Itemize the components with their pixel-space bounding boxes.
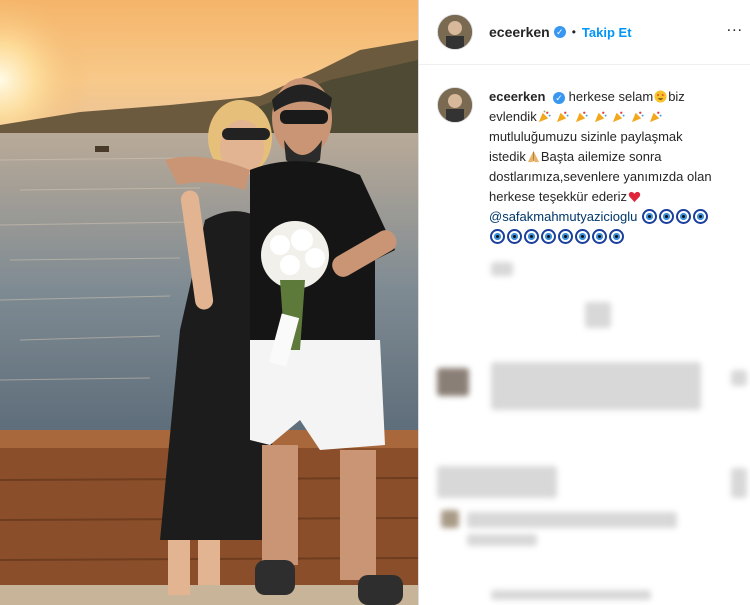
nazar-amulet-emoji-icon — [524, 229, 539, 244]
caption-line3: mutluluğumuzu sizinle paylaşmak — [489, 129, 683, 144]
caption-line5: dostlarımıza,sevenlere yanımızda olan — [489, 169, 712, 184]
blurred-comment-text — [491, 590, 651, 600]
blurred-comment-marker — [585, 302, 611, 328]
separator-dot: • — [571, 25, 576, 39]
blurred-comment-icon — [731, 468, 747, 498]
couple-photo — [0, 0, 418, 605]
party-popper-emoji-icon — [538, 110, 551, 123]
party-popper-emoji-icon — [613, 111, 625, 123]
blurred-comment-text — [437, 466, 557, 498]
blurred-comment-text — [491, 362, 701, 410]
caption-line2: evlendik — [489, 109, 537, 124]
blurred-comment-text — [467, 512, 677, 528]
nazar-amulet-emoji-icon — [490, 229, 505, 244]
caption-line4b: Başta ailemize sonra — [540, 149, 662, 164]
more-options-icon[interactable]: ... — [727, 18, 743, 36]
nazar-amulet-emoji-icon — [658, 209, 674, 224]
verified-badge-icon: ✓ — [553, 91, 566, 104]
mention-link[interactable]: @safakmahmutyazicioglu — [489, 209, 637, 224]
blurred-comment-avatar — [437, 368, 469, 396]
star-struck-emoji-icon — [654, 90, 667, 103]
username[interactable]: eceerken — [489, 24, 550, 40]
blurred-comment-avatar — [441, 510, 459, 528]
post-photo[interactable] — [0, 0, 418, 605]
nazar-amulet-emoji-icon — [541, 229, 556, 244]
nazar-amulet-emoji-icon — [558, 229, 573, 244]
party-popper-emoji-icon — [575, 111, 588, 123]
nazar-amulet-emoji-icon — [575, 229, 590, 244]
caption-line1: herkese selam — [568, 89, 654, 104]
profile-avatar[interactable] — [437, 14, 473, 50]
caption-avatar[interactable] — [437, 87, 473, 123]
caption-block: eceerken ✓ herkese selam biz evlendik mut… — [419, 65, 750, 247]
caption-line1b: biz — [668, 89, 685, 104]
post-panel: eceerken ✓ • Takip Et ... eceerken ✓ her… — [418, 0, 750, 605]
party-popper-emoji-icon — [594, 111, 607, 123]
blurred-timestamp — [491, 262, 513, 276]
party-popper-emoji-icon — [557, 111, 569, 123]
post-header: eceerken ✓ • Takip Et ... — [419, 0, 750, 65]
caption-line4a: istedik — [489, 149, 526, 164]
nazar-amulet-emoji-icon — [641, 209, 657, 224]
party-popper-emoji-icon — [631, 111, 644, 123]
red-heart-emoji-icon — [628, 191, 641, 203]
caption-text: eceerken ✓ herkese selam biz evlendik mut… — [489, 87, 737, 247]
nazar-amulet-emoji-icon — [692, 209, 708, 224]
caption-username[interactable]: eceerken — [489, 89, 545, 104]
blurred-comment-text — [467, 534, 537, 546]
party-popper-emoji-icon — [650, 111, 662, 123]
nazar-amulet-emoji-icon — [675, 209, 691, 224]
caption-line6: herkese teşekkür ederiz — [489, 189, 628, 204]
blurred-comment-icon — [731, 370, 747, 386]
nazar-amulet-emoji-icon — [507, 229, 522, 244]
nazar-amulet-emoji-icon — [609, 229, 624, 244]
folded-hands-emoji-icon — [527, 150, 539, 163]
nazar-amulet-emoji-icon — [592, 229, 607, 244]
verified-badge-icon: ✓ — [553, 26, 566, 38]
follow-button[interactable]: Takip Et — [582, 25, 632, 40]
